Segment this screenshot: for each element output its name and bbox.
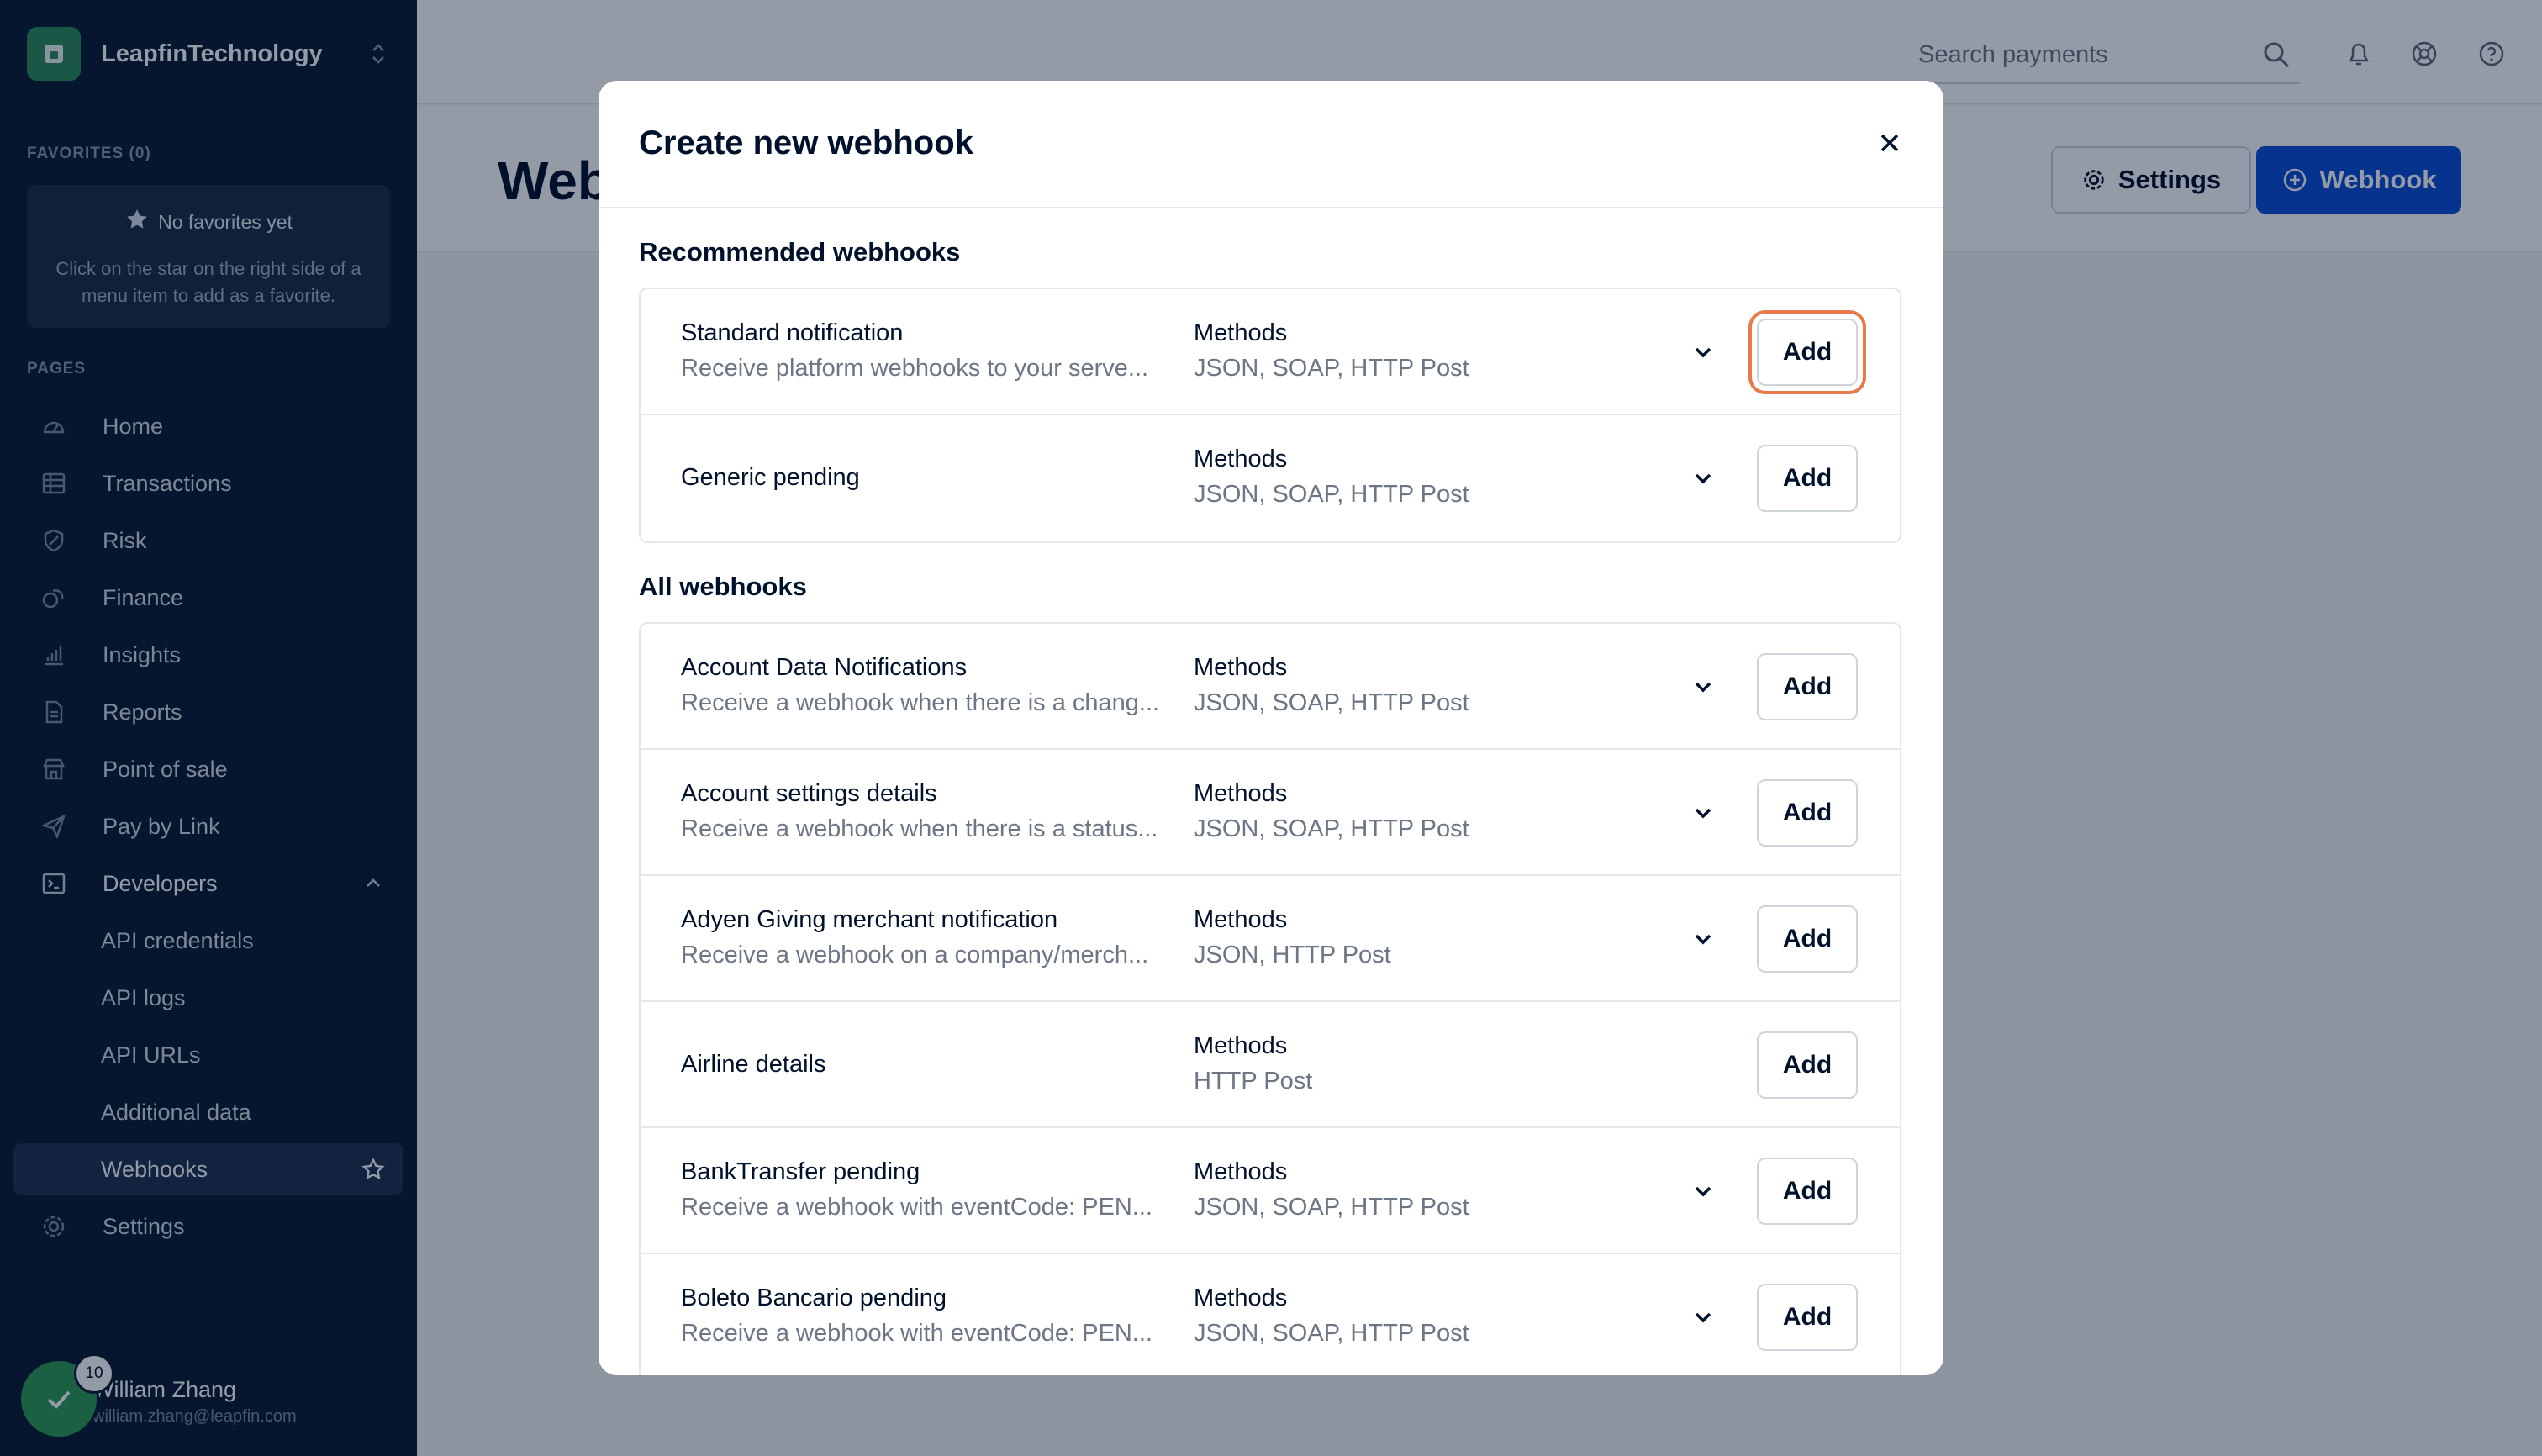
- webhook-row[interactable]: Standard notification Receive platform we…: [641, 289, 1900, 415]
- all-webhooks-list: Account Data Notifications Receive a webh…: [639, 622, 1901, 1375]
- webhook-description: Receive a webhook when there is a chang.…: [681, 689, 1160, 716]
- add-webhook-row-button[interactable]: Add: [1757, 1158, 1858, 1225]
- chevron-down-icon[interactable]: [1685, 460, 1722, 497]
- chevron-down-icon[interactable]: [1685, 794, 1722, 831]
- add-webhook-row-button[interactable]: Add: [1757, 1284, 1858, 1351]
- webhook-name: Generic pending: [681, 464, 860, 491]
- webhook-row[interactable]: Airline details Methods HTTP Post Add: [641, 1002, 1900, 1128]
- webhook-methods: JSON, SOAP, HTTP Post: [1194, 1194, 1469, 1221]
- webhook-row[interactable]: BankTransfer pending Receive a webhook wi…: [641, 1128, 1900, 1254]
- webhook-name: Boleto Bancario pending: [681, 1285, 947, 1311]
- webhook-methods: JSON, SOAP, HTTP Post: [1194, 689, 1469, 716]
- webhook-methods: HTTP Post: [1194, 1068, 1313, 1095]
- chevron-down-icon[interactable]: [1685, 1173, 1722, 1210]
- add-webhook-row-button[interactable]: Add: [1757, 653, 1858, 720]
- methods-label: Methods: [1194, 319, 1288, 346]
- add-webhook-row-button[interactable]: Add: [1757, 905, 1858, 973]
- add-webhook-row-button[interactable]: Add: [1757, 1031, 1858, 1099]
- chevron-down-icon[interactable]: [1685, 1299, 1722, 1336]
- all-webhooks-title: All webhooks: [639, 572, 807, 601]
- chevron-down-icon[interactable]: [1685, 668, 1722, 705]
- webhook-methods: JSON, SOAP, HTTP Post: [1194, 1320, 1469, 1347]
- webhook-methods: JSON, SOAP, HTTP Post: [1194, 815, 1469, 842]
- webhook-row[interactable]: Boleto Bancario pending Receive a webhook…: [641, 1254, 1900, 1375]
- methods-label: Methods: [1194, 1158, 1288, 1185]
- webhook-methods: JSON, SOAP, HTTP Post: [1194, 481, 1469, 508]
- modal-title: Create new webhook: [639, 124, 973, 161]
- add-webhook-row-button[interactable]: Add: [1757, 779, 1858, 847]
- recommended-webhooks-title: Recommended webhooks: [639, 237, 961, 266]
- webhook-name: Account settings details: [681, 780, 937, 807]
- webhook-name: Airline details: [681, 1051, 826, 1078]
- methods-label: Methods: [1194, 1032, 1288, 1059]
- create-webhook-modal: Create new webhook Recommended webhooks …: [599, 81, 1943, 1375]
- methods-label: Methods: [1194, 1285, 1288, 1311]
- webhook-description: Receive platform webhooks to your serve.…: [681, 355, 1149, 382]
- chevron-down-icon[interactable]: [1685, 334, 1722, 371]
- webhook-description: Receive a webhook when there is a status…: [681, 815, 1158, 842]
- close-icon[interactable]: [1870, 123, 1910, 163]
- webhook-row[interactable]: Account Data Notifications Receive a webh…: [641, 624, 1900, 750]
- webhook-methods: JSON, HTTP Post: [1194, 942, 1391, 968]
- webhook-row[interactable]: Adyen Giving merchant notification Receiv…: [641, 876, 1900, 1002]
- webhook-name: BankTransfer pending: [681, 1158, 920, 1185]
- chevron-down-icon[interactable]: [1685, 921, 1722, 957]
- methods-label: Methods: [1194, 780, 1288, 807]
- methods-label: Methods: [1194, 654, 1288, 681]
- methods-label: Methods: [1194, 906, 1288, 933]
- methods-label: Methods: [1194, 446, 1288, 472]
- webhook-name: Adyen Giving merchant notification: [681, 906, 1058, 933]
- add-webhook-row-button[interactable]: Add: [1757, 445, 1858, 512]
- webhook-name: Standard notification: [681, 319, 904, 346]
- webhook-description: Receive a webhook on a company/merch...: [681, 942, 1149, 968]
- add-webhook-row-button[interactable]: Add: [1757, 319, 1858, 386]
- webhook-description: Receive a webhook with eventCode: PEN...: [681, 1320, 1152, 1347]
- webhook-description: Receive a webhook with eventCode: PEN...: [681, 1194, 1152, 1221]
- webhook-row[interactable]: Generic pending Methods JSON, SOAP, HTTP P…: [641, 415, 1900, 541]
- recommended-webhooks-list: Standard notification Receive platform we…: [639, 288, 1901, 543]
- webhook-methods: JSON, SOAP, HTTP Post: [1194, 355, 1469, 382]
- modal-body[interactable]: Recommended webhooks Standard notificati…: [599, 210, 1943, 1375]
- webhook-row[interactable]: Account settings details Receive a webhoo…: [641, 750, 1900, 876]
- modal-header: Create new webhook: [599, 81, 1943, 208]
- webhook-name: Account Data Notifications: [681, 654, 968, 681]
